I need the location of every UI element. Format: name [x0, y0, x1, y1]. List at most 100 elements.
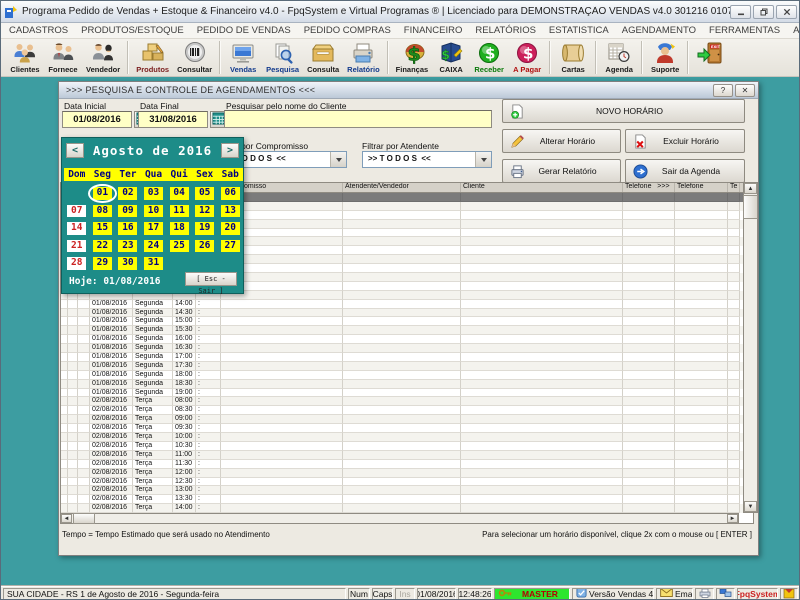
menu-item-estatistica[interactable]: ESTATISTICA: [549, 25, 609, 36]
menu-item-ferramentas[interactable]: FERRAMENTAS: [709, 25, 780, 36]
close-button[interactable]: [776, 5, 797, 19]
table-row[interactable]: 01/08/2016Segunda15:30:: [61, 326, 753, 335]
table-row[interactable]: 01/08/2016Segunda16:00:: [61, 335, 753, 344]
menu-item-financeiro[interactable]: FINANCEIRO: [404, 25, 463, 36]
minimize-button[interactable]: [730, 5, 751, 19]
menu-item-pedido-de-vendas[interactable]: PEDIDO DE VENDAS: [197, 25, 291, 36]
table-row[interactable]: 02/08/2016Terça10:00:: [61, 433, 753, 442]
calendar-day-selected[interactable]: 01: [93, 187, 112, 200]
table-row[interactable]: 02/08/2016Terça08:30:: [61, 406, 753, 415]
calendar-day[interactable]: 12: [195, 205, 214, 218]
menu-item-ajuda[interactable]: AJUDA: [793, 25, 800, 36]
horizontal-scrollbar[interactable]: ◄ ►: [60, 513, 739, 524]
restore-button[interactable]: [753, 5, 774, 19]
dropdown-arrow-icon[interactable]: [330, 152, 346, 167]
calendar-day[interactable]: 27: [221, 240, 240, 253]
calendar-day[interactable]: 09: [118, 205, 137, 218]
data-inicial-input[interactable]: [62, 111, 132, 128]
toolbar-produtos-button[interactable]: Produtos: [132, 39, 173, 76]
table-row[interactable]: 02/08/2016Terça09:00:: [61, 415, 753, 424]
search-client-input[interactable]: [224, 110, 492, 128]
data-final-input[interactable]: [138, 111, 208, 128]
calendar-day[interactable]: 13: [221, 205, 240, 218]
menu-item-agendamento[interactable]: AGENDAMENTO: [622, 25, 696, 36]
scroll-left-icon[interactable]: ◄: [61, 514, 72, 523]
calendar-prev-button[interactable]: <: [66, 143, 84, 158]
calendar-next-button[interactable]: >: [221, 143, 239, 158]
table-row[interactable]: 01/08/2016Segunda18:30:: [61, 380, 753, 389]
novo-horario-button[interactable]: NOVO HORÁRIO: [502, 99, 745, 123]
table-row[interactable]: 01/08/2016Segunda18:00:: [61, 371, 753, 380]
table-row[interactable]: 02/08/2016Terça13:00:: [61, 486, 753, 495]
calendar-day[interactable]: 03: [144, 187, 163, 200]
dropdown-arrow-icon[interactable]: [475, 152, 491, 167]
excluir-horario-button[interactable]: Excluir Horário: [625, 129, 745, 153]
toolbar-relat-rio-button[interactable]: Relatório: [343, 39, 384, 76]
help-button[interactable]: ?: [713, 84, 733, 97]
table-row[interactable]: 02/08/2016Terça11:00:: [61, 451, 753, 460]
calendar-day[interactable]: 18: [170, 222, 189, 235]
table-row[interactable]: 02/08/2016Terça09:30:: [61, 424, 753, 433]
alterar-horario-button[interactable]: Alterar Horário: [502, 129, 621, 153]
calendar-day[interactable]: 24: [144, 240, 163, 253]
toolbar-receber-button[interactable]: $Receber: [470, 39, 508, 76]
calendar-day[interactable]: 21: [67, 240, 86, 253]
table-row[interactable]: 01/08/2016Segunda14:00:: [61, 300, 753, 309]
toolbar-a-pagar-button[interactable]: $A Pagar: [508, 39, 546, 76]
calendar-day[interactable]: 31: [144, 257, 163, 270]
calendar-day[interactable]: 07: [67, 205, 86, 218]
calendar-day[interactable]: 30: [118, 257, 137, 270]
table-row[interactable]: 01/08/2016Segunda15:00:: [61, 317, 753, 326]
calendar-day[interactable]: 25: [170, 240, 189, 253]
gerar-relatorio-button[interactable]: Gerar Relatório: [502, 159, 621, 183]
calendar-day[interactable]: 26: [195, 240, 214, 253]
toolbar-fornece-button[interactable]: Fornece: [44, 39, 82, 76]
calendar-day[interactable]: 22: [93, 240, 112, 253]
table-row[interactable]: 02/08/2016Terça10:30:: [61, 442, 753, 451]
toolbar-exit-button[interactable]: EXIT: [692, 39, 730, 76]
table-row[interactable]: 01/08/2016Segunda17:30:: [61, 362, 753, 371]
table-row[interactable]: 01/08/2016Segunda14:30:: [61, 309, 753, 318]
table-row[interactable]: 01/08/2016Segunda17:00:: [61, 353, 753, 362]
menu-item-relat-rios[interactable]: RELATÓRIOS: [475, 25, 536, 36]
table-row[interactable]: 02/08/2016Terça12:00:: [61, 469, 753, 478]
menu-item-cadastros[interactable]: CADASTROS: [9, 25, 68, 36]
scroll-up-icon[interactable]: ▲: [744, 183, 757, 194]
table-row[interactable]: 02/08/2016Terça11:30:: [61, 460, 753, 469]
table-row[interactable]: 01/08/2016Segunda19:00:: [61, 389, 753, 398]
calendar-esc-button[interactable]: [ Esc - Sair ]: [185, 272, 237, 286]
table-row[interactable]: 02/08/2016Terça12:30:: [61, 478, 753, 487]
toolbar-vendas-button[interactable]: Vendas: [224, 39, 262, 76]
table-row[interactable]: 02/08/2016Terça08:00:: [61, 397, 753, 406]
toolbar-cartas-button[interactable]: Cartas: [554, 39, 592, 76]
calendar-day[interactable]: 06: [221, 187, 240, 200]
calendar-day[interactable]: 15: [93, 222, 112, 235]
sair-agenda-button[interactable]: Sair da Agenda: [625, 159, 745, 183]
toolbar-vendedor-button[interactable]: Vendedor: [82, 39, 124, 76]
vertical-scrollbar[interactable]: ▲ ▼: [743, 182, 758, 513]
calendar-day[interactable]: 23: [118, 240, 137, 253]
calendar-day[interactable]: 08: [93, 205, 112, 218]
calendar-day[interactable]: 19: [195, 222, 214, 235]
scroll-right-icon[interactable]: ►: [727, 514, 738, 523]
vscroll-thumb[interactable]: [743, 195, 758, 219]
calendar-day[interactable]: 02: [118, 187, 137, 200]
calendar-day[interactable]: 29: [93, 257, 112, 270]
scroll-down-icon[interactable]: ▼: [744, 501, 757, 512]
table-row[interactable]: 01/08/2016Segunda16:30:: [61, 344, 753, 353]
toolbar-pesquisa-button[interactable]: Pesquisa: [262, 39, 303, 76]
toolbar-finan-as-button[interactable]: $Finanças: [392, 39, 433, 76]
calendar-day[interactable]: 16: [118, 222, 137, 235]
close-agenda-button[interactable]: ✕: [735, 84, 755, 97]
calendar-day[interactable]: 28: [67, 257, 86, 270]
calendar-day[interactable]: 14: [67, 222, 86, 235]
toolbar-consultar-button[interactable]: Consultar: [173, 39, 216, 76]
toolbar-clientes-button[interactable]: Clientes: [6, 39, 44, 76]
toolbar-suporte-button[interactable]: Suporte: [646, 39, 684, 76]
calendar-day[interactable]: 11: [170, 205, 189, 218]
calendar-day[interactable]: 05: [195, 187, 214, 200]
calendar-day[interactable]: 04: [170, 187, 189, 200]
menu-item-produtos-estoque[interactable]: PRODUTOS/ESTOQUE: [81, 25, 184, 36]
toolbar-agenda-button[interactable]: Agenda: [600, 39, 638, 76]
hscroll-thumb[interactable]: [73, 513, 95, 524]
